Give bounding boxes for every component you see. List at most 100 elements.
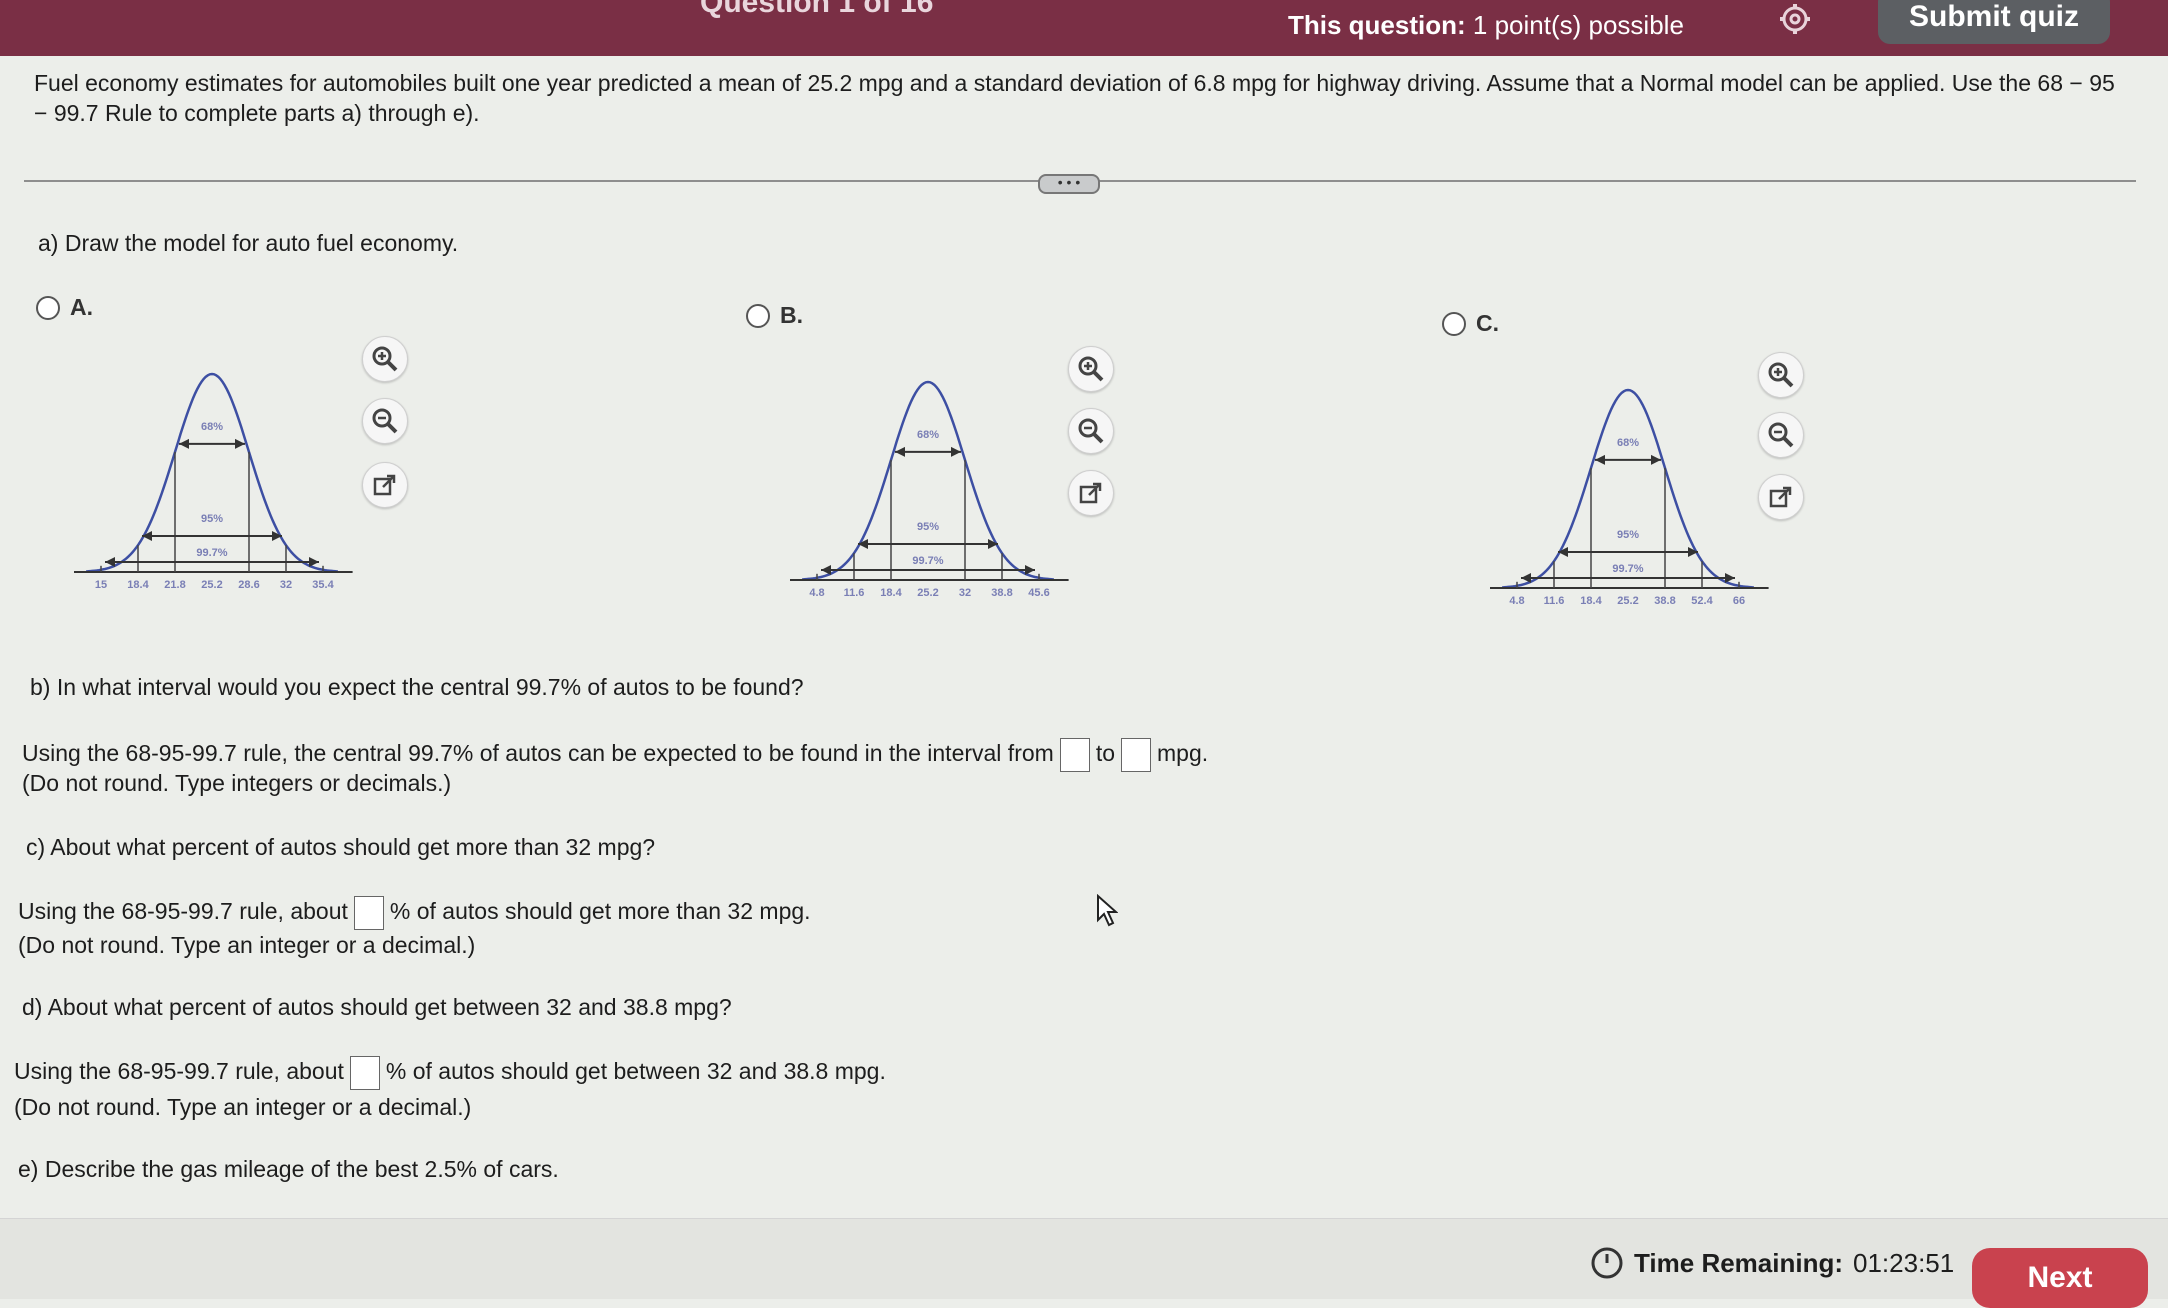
tick-label: 32 bbox=[959, 587, 971, 599]
part-c-text-start: Using the 68-95-99.7 rule, about bbox=[18, 898, 348, 924]
normal-curve bbox=[86, 372, 338, 573]
band-label: 68% bbox=[201, 421, 223, 433]
zoom-out-icon bbox=[372, 408, 398, 434]
time-remaining: Time Remaining: 01:23:51 bbox=[1590, 1246, 1954, 1280]
band-label: 99.7% bbox=[912, 555, 943, 567]
tick-label: 25.2 bbox=[917, 587, 938, 599]
part-b-text-start: Using the 68-95-99.7 rule, the central 9… bbox=[22, 740, 1054, 766]
part-b-to: to bbox=[1095, 740, 1115, 766]
option-a-graph: 68% 95% 99.7% 15 18.4 21.8 25.2 28.6 32 35.4 bbox=[74, 372, 353, 591]
tick-label: 52.4 bbox=[1691, 595, 1713, 607]
tick-label: 25.2 bbox=[201, 579, 222, 591]
part-b-hint: (Do not round. Type integers or decimals… bbox=[22, 770, 452, 796]
interval-upper-input[interactable] bbox=[1121, 737, 1151, 772]
tick-label: 15 bbox=[95, 579, 107, 591]
part-a-prompt: a) Draw the model for auto fuel economy. bbox=[38, 230, 459, 256]
arrow-head bbox=[1595, 454, 1605, 465]
popout-button-b[interactable] bbox=[1068, 470, 1114, 516]
band-label: 68% bbox=[917, 429, 939, 441]
part-d-prompt: d) About what percent of autos should ge… bbox=[22, 994, 732, 1020]
tick-label: 18.4 bbox=[1580, 595, 1602, 607]
submit-quiz-button[interactable]: Submit quiz bbox=[1878, 0, 2110, 44]
points-label: This question: bbox=[1288, 10, 1466, 40]
tick-label: 45.6 bbox=[1028, 587, 1049, 599]
arrow-head bbox=[1025, 565, 1035, 575]
gear-icon[interactable] bbox=[1778, 2, 1812, 36]
arrow-head bbox=[895, 446, 905, 457]
tick-label: 21.8 bbox=[164, 579, 185, 591]
arrow-head bbox=[988, 539, 998, 549]
zoom-in-icon bbox=[1078, 356, 1104, 382]
option-a-label: A. bbox=[70, 294, 93, 320]
option-b[interactable]: B. bbox=[746, 302, 803, 329]
tick-label: 38.8 bbox=[991, 587, 1012, 599]
tick-label: 38.8 bbox=[1654, 595, 1675, 607]
tick-label: 35.4 bbox=[312, 579, 334, 591]
percent-above-32-input[interactable] bbox=[353, 895, 384, 930]
zoom-in-icon bbox=[372, 346, 398, 372]
tick-label: 11.6 bbox=[844, 587, 865, 599]
question-intro: Fuel economy estimates for automobiles b… bbox=[34, 70, 2115, 126]
arrow-head bbox=[1651, 454, 1661, 465]
option-c[interactable]: C. bbox=[1442, 310, 1499, 337]
part-d-text-end: % of autos should get between 32 and 38.… bbox=[385, 1058, 886, 1084]
band-label: 68% bbox=[1617, 437, 1639, 449]
part-c-sentence: Using the 68-95-99.7 rule, about % of aut… bbox=[18, 894, 811, 930]
popout-icon bbox=[373, 474, 396, 496]
arrow-head bbox=[179, 438, 189, 449]
arrow-head bbox=[235, 438, 245, 449]
zoom-in-button-a[interactable] bbox=[362, 336, 408, 382]
arrow-head bbox=[1688, 547, 1698, 557]
option-c-label: C. bbox=[1476, 310, 1499, 336]
expand-handle[interactable]: • • • bbox=[1038, 174, 1100, 194]
zoom-out-icon bbox=[1078, 418, 1104, 444]
zoom-in-icon bbox=[1768, 362, 1794, 388]
radio-c[interactable] bbox=[1442, 311, 1466, 336]
arrow-head bbox=[1521, 573, 1531, 583]
part-b-unit: mpg. bbox=[1157, 740, 1209, 766]
time-value: 01:23:51 bbox=[1853, 1247, 1955, 1278]
zoom-out-button-b[interactable] bbox=[1068, 408, 1114, 454]
popout-icon bbox=[1079, 482, 1102, 504]
option-c-graph: 68% 95% 99.7% 4.8 11.6 18.4 25.2 38.8 52.4 66 bbox=[1490, 388, 1769, 607]
tick-label: 4.8 bbox=[1509, 595, 1524, 607]
interval-lower-input[interactable] bbox=[1059, 737, 1090, 772]
zoom-out-button-c[interactable] bbox=[1758, 412, 1804, 458]
arrow-head bbox=[1558, 547, 1568, 557]
zoom-in-button-b[interactable] bbox=[1068, 346, 1114, 392]
popout-button-c[interactable] bbox=[1758, 474, 1804, 520]
arrow-head bbox=[309, 557, 319, 567]
part-e-prompt: e) Describe the gas mileage of the best … bbox=[18, 1156, 559, 1182]
arrow-head bbox=[951, 446, 961, 457]
points-value: 1 point(s) possible bbox=[1472, 10, 1684, 40]
radio-a[interactable] bbox=[36, 295, 60, 320]
normal-curve bbox=[1502, 388, 1754, 589]
tick-label: 28.6 bbox=[238, 579, 259, 591]
popout-button-a[interactable] bbox=[362, 462, 408, 508]
normal-curve bbox=[802, 380, 1054, 581]
tick-label: 32 bbox=[280, 579, 292, 591]
zoom-in-button-c[interactable] bbox=[1758, 352, 1804, 398]
band-label: 99.7% bbox=[1612, 563, 1643, 575]
option-a[interactable]: A. bbox=[36, 294, 93, 321]
part-b-prompt: b) In what interval would you expect the… bbox=[30, 674, 804, 700]
arrow-head bbox=[821, 565, 831, 575]
band-label: 95% bbox=[917, 521, 939, 533]
percent-32-to-38-8-input[interactable] bbox=[349, 1055, 380, 1090]
arrow-head bbox=[858, 539, 868, 549]
radio-b[interactable] bbox=[746, 303, 770, 328]
popout-icon bbox=[1769, 486, 1792, 508]
part-d-hint: (Do not round. Type an integer or a deci… bbox=[14, 1094, 472, 1120]
next-button[interactable]: Next bbox=[1972, 1248, 2148, 1308]
tick-label: 18.4 bbox=[880, 587, 902, 599]
cursor-icon bbox=[1097, 894, 1118, 927]
arrow-head bbox=[105, 557, 115, 567]
band-label: 95% bbox=[201, 513, 223, 525]
zoom-out-button-a[interactable] bbox=[362, 398, 408, 444]
part-c-hint: (Do not round. Type an integer or a deci… bbox=[18, 932, 476, 958]
tick-label: 4.8 bbox=[809, 587, 824, 599]
tick-label: 66 bbox=[1733, 595, 1745, 607]
question-points: This question: 1 point(s) possible bbox=[1288, 10, 1684, 41]
arrow-head bbox=[142, 531, 152, 541]
part-c-prompt: c) About what percent of autos should ge… bbox=[26, 834, 656, 860]
